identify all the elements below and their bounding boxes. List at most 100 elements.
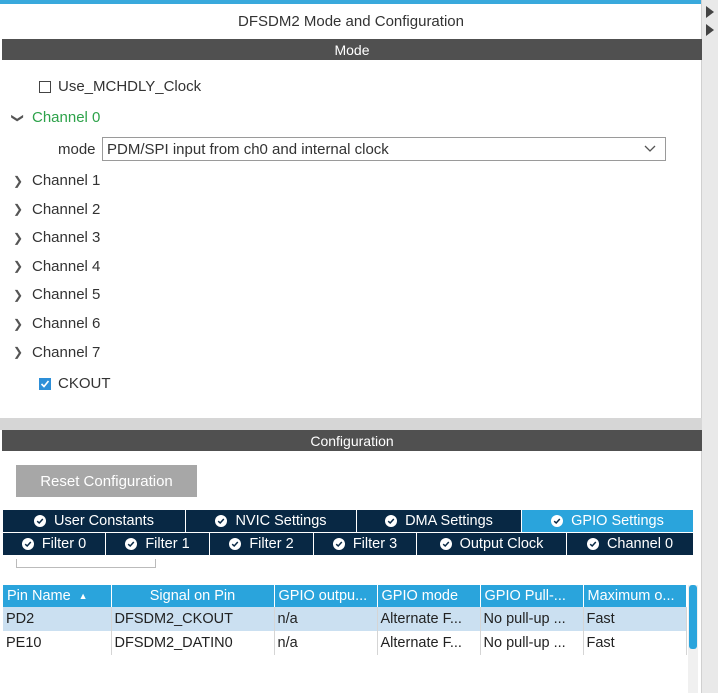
- tab-label: DMA Settings: [405, 513, 493, 529]
- section-divider[interactable]: [0, 418, 702, 430]
- table-cell: n/a: [274, 607, 378, 631]
- tab-output-clock[interactable]: Output Clock: [417, 533, 567, 555]
- tree-item-channel-5[interactable]: ❯ Channel 5: [12, 286, 100, 303]
- tree-item-channel-4[interactable]: ❯ Channel 4: [12, 258, 100, 275]
- table-cell: No pull-up ...: [480, 631, 584, 655]
- chevron-right-icon: ❯: [12, 230, 24, 245]
- tab-label: User Constants: [54, 513, 154, 529]
- scrollbar-thumb[interactable]: [689, 585, 697, 649]
- check-circle-icon: [385, 515, 398, 527]
- tab-filter-2[interactable]: Filter 2: [210, 533, 314, 555]
- column-header[interactable]: GPIO mode: [377, 585, 481, 607]
- column-header-label: Maximum o...: [587, 588, 675, 604]
- channel-label: Channel 5: [32, 286, 101, 304]
- tabs-row-2: Filter 0 Filter 1 Filter 2 Filter 3 Output C…: [3, 533, 694, 555]
- chevron-right-icon: ❯: [12, 345, 24, 360]
- column-header-label: Pin Name: [7, 588, 71, 604]
- channel-label: Channel 2: [32, 200, 101, 218]
- table-cell: DFSDM2_CKOUT: [111, 607, 275, 631]
- channel-label: Channel 6: [32, 315, 101, 332]
- tree-item-channel-7[interactable]: ❯ Channel 7: [12, 344, 100, 361]
- mode-select[interactable]: PDM/SPI input from ch0 and internal cloc…: [102, 137, 666, 161]
- tree-item-channel-1[interactable]: ❯ Channel 1: [12, 172, 100, 189]
- check-circle-icon: [125, 538, 138, 550]
- tree-item-channel-2[interactable]: ❯ Channel 2: [12, 201, 100, 218]
- column-header-label: GPIO outpu...: [278, 588, 368, 604]
- check-circle-icon: [332, 538, 345, 550]
- tree-item-channel-3[interactable]: ❯ Channel 3: [12, 229, 100, 246]
- collapse-arrow-icon[interactable]: [706, 6, 714, 18]
- table-header-row: Pin Name ▲ Signal on Pin GPIO outpu... GPIO …: [3, 585, 687, 607]
- column-header-label: GPIO Pull-...: [484, 588, 566, 604]
- column-header[interactable]: Signal on Pin: [111, 585, 275, 607]
- check-circle-icon: [229, 538, 242, 550]
- table-cell: Alternate F...: [377, 631, 481, 655]
- table-cell: No pull-up ...: [480, 607, 584, 631]
- column-header[interactable]: GPIO Pull-...: [480, 585, 584, 607]
- tab-label: NVIC Settings: [235, 513, 327, 529]
- tab-label: Channel 0: [606, 536, 674, 552]
- tab-user-constants[interactable]: User Constants: [3, 510, 186, 532]
- chevron-right-icon: ❯: [12, 259, 24, 274]
- tabs-row-1: User Constants NVIC Settings DMA Settings G…: [3, 510, 694, 532]
- table-cell: Alternate F...: [377, 607, 481, 631]
- table-row[interactable]: PE10 DFSDM2_DATIN0 n/a Alternate F... No pul…: [3, 631, 687, 655]
- chevron-right-icon: ❯: [12, 173, 24, 188]
- table-cell: n/a: [274, 631, 378, 655]
- check-circle-icon: [551, 515, 564, 527]
- column-header[interactable]: Maximum o...: [583, 585, 687, 607]
- channel-label: Channel 3: [32, 229, 101, 247]
- tab-label: Output Clock: [459, 536, 544, 552]
- table-cell: Fast: [583, 607, 687, 631]
- side-panel-gutter: [701, 0, 718, 693]
- check-circle-icon: [215, 515, 228, 527]
- chevron-right-icon: ❯: [12, 202, 24, 217]
- use-mchdly-clock-label: Use_MCHDLY_Clock: [58, 78, 202, 95]
- column-header[interactable]: GPIO outpu...: [274, 585, 378, 607]
- reset-configuration-button[interactable]: Reset Configuration: [16, 465, 197, 497]
- table-cell: PD2: [3, 607, 112, 631]
- column-header-label: GPIO mode: [381, 588, 459, 604]
- configuration-section-header: Configuration: [2, 430, 702, 451]
- table-row[interactable]: PD2 DFSDM2_CKOUT n/a Alternate F... No pull-…: [3, 607, 687, 631]
- check-circle-icon: [21, 538, 34, 550]
- tab-gpio-settings[interactable]: GPIO Settings: [522, 510, 694, 532]
- tab-filter-3[interactable]: Filter 3: [314, 533, 417, 555]
- tab-label: Filter 0: [41, 536, 87, 552]
- tree-item-channel-6[interactable]: ❯ Channel 6: [12, 315, 100, 332]
- channel-0-label: Channel 0: [32, 109, 101, 126]
- chevron-down-icon: [643, 142, 657, 160]
- channel-label: Channel 4: [32, 257, 101, 275]
- tab-nvic-settings[interactable]: NVIC Settings: [186, 510, 357, 532]
- chevron-right-icon: ❯: [12, 316, 24, 331]
- use-mchdly-clock-checkbox[interactable]: Use_MCHDLY_Clock: [39, 78, 201, 95]
- checkbox-checked-icon: [39, 377, 51, 390]
- check-circle-icon: [586, 538, 599, 550]
- expand-arrow-icon[interactable]: [706, 24, 714, 36]
- column-header[interactable]: Pin Name ▲: [3, 585, 112, 607]
- gpio-table: Pin Name ▲ Signal on Pin GPIO outpu... GPIO …: [3, 585, 687, 655]
- check-circle-icon: [439, 538, 452, 550]
- table-cell: PE10: [3, 631, 112, 655]
- tab-filter-0[interactable]: Filter 0: [3, 533, 106, 555]
- tree-item-channel-0[interactable]: ❯ Channel 0: [11, 109, 101, 126]
- mode-select-value: PDM/SPI input from ch0 and internal cloc…: [107, 140, 389, 158]
- channel-label: Channel 1: [32, 172, 101, 189]
- mode-label: mode: [58, 141, 96, 158]
- tab-label: GPIO Settings: [571, 513, 664, 529]
- column-header-label: Signal on Pin: [149, 588, 236, 604]
- search-field-edge[interactable]: [16, 559, 156, 568]
- table-cell: Fast: [583, 631, 687, 655]
- chevron-down-icon: ❯: [11, 112, 25, 123]
- ckout-checkbox[interactable]: CKOUT: [39, 375, 111, 392]
- table-scrollbar[interactable]: [688, 585, 698, 693]
- tab-dma-settings[interactable]: DMA Settings: [357, 510, 522, 532]
- checkbox-icon: [39, 80, 51, 93]
- ckout-label: CKOUT: [58, 375, 111, 392]
- mode-section-header: Mode: [2, 39, 702, 60]
- tab-channel-0[interactable]: Channel 0: [567, 533, 694, 555]
- tab-filter-1[interactable]: Filter 1: [106, 533, 210, 555]
- table-body: PD2 DFSDM2_CKOUT n/a Alternate F... No pull-…: [3, 607, 687, 655]
- chevron-right-icon: ❯: [12, 287, 24, 302]
- check-circle-icon: [34, 515, 47, 527]
